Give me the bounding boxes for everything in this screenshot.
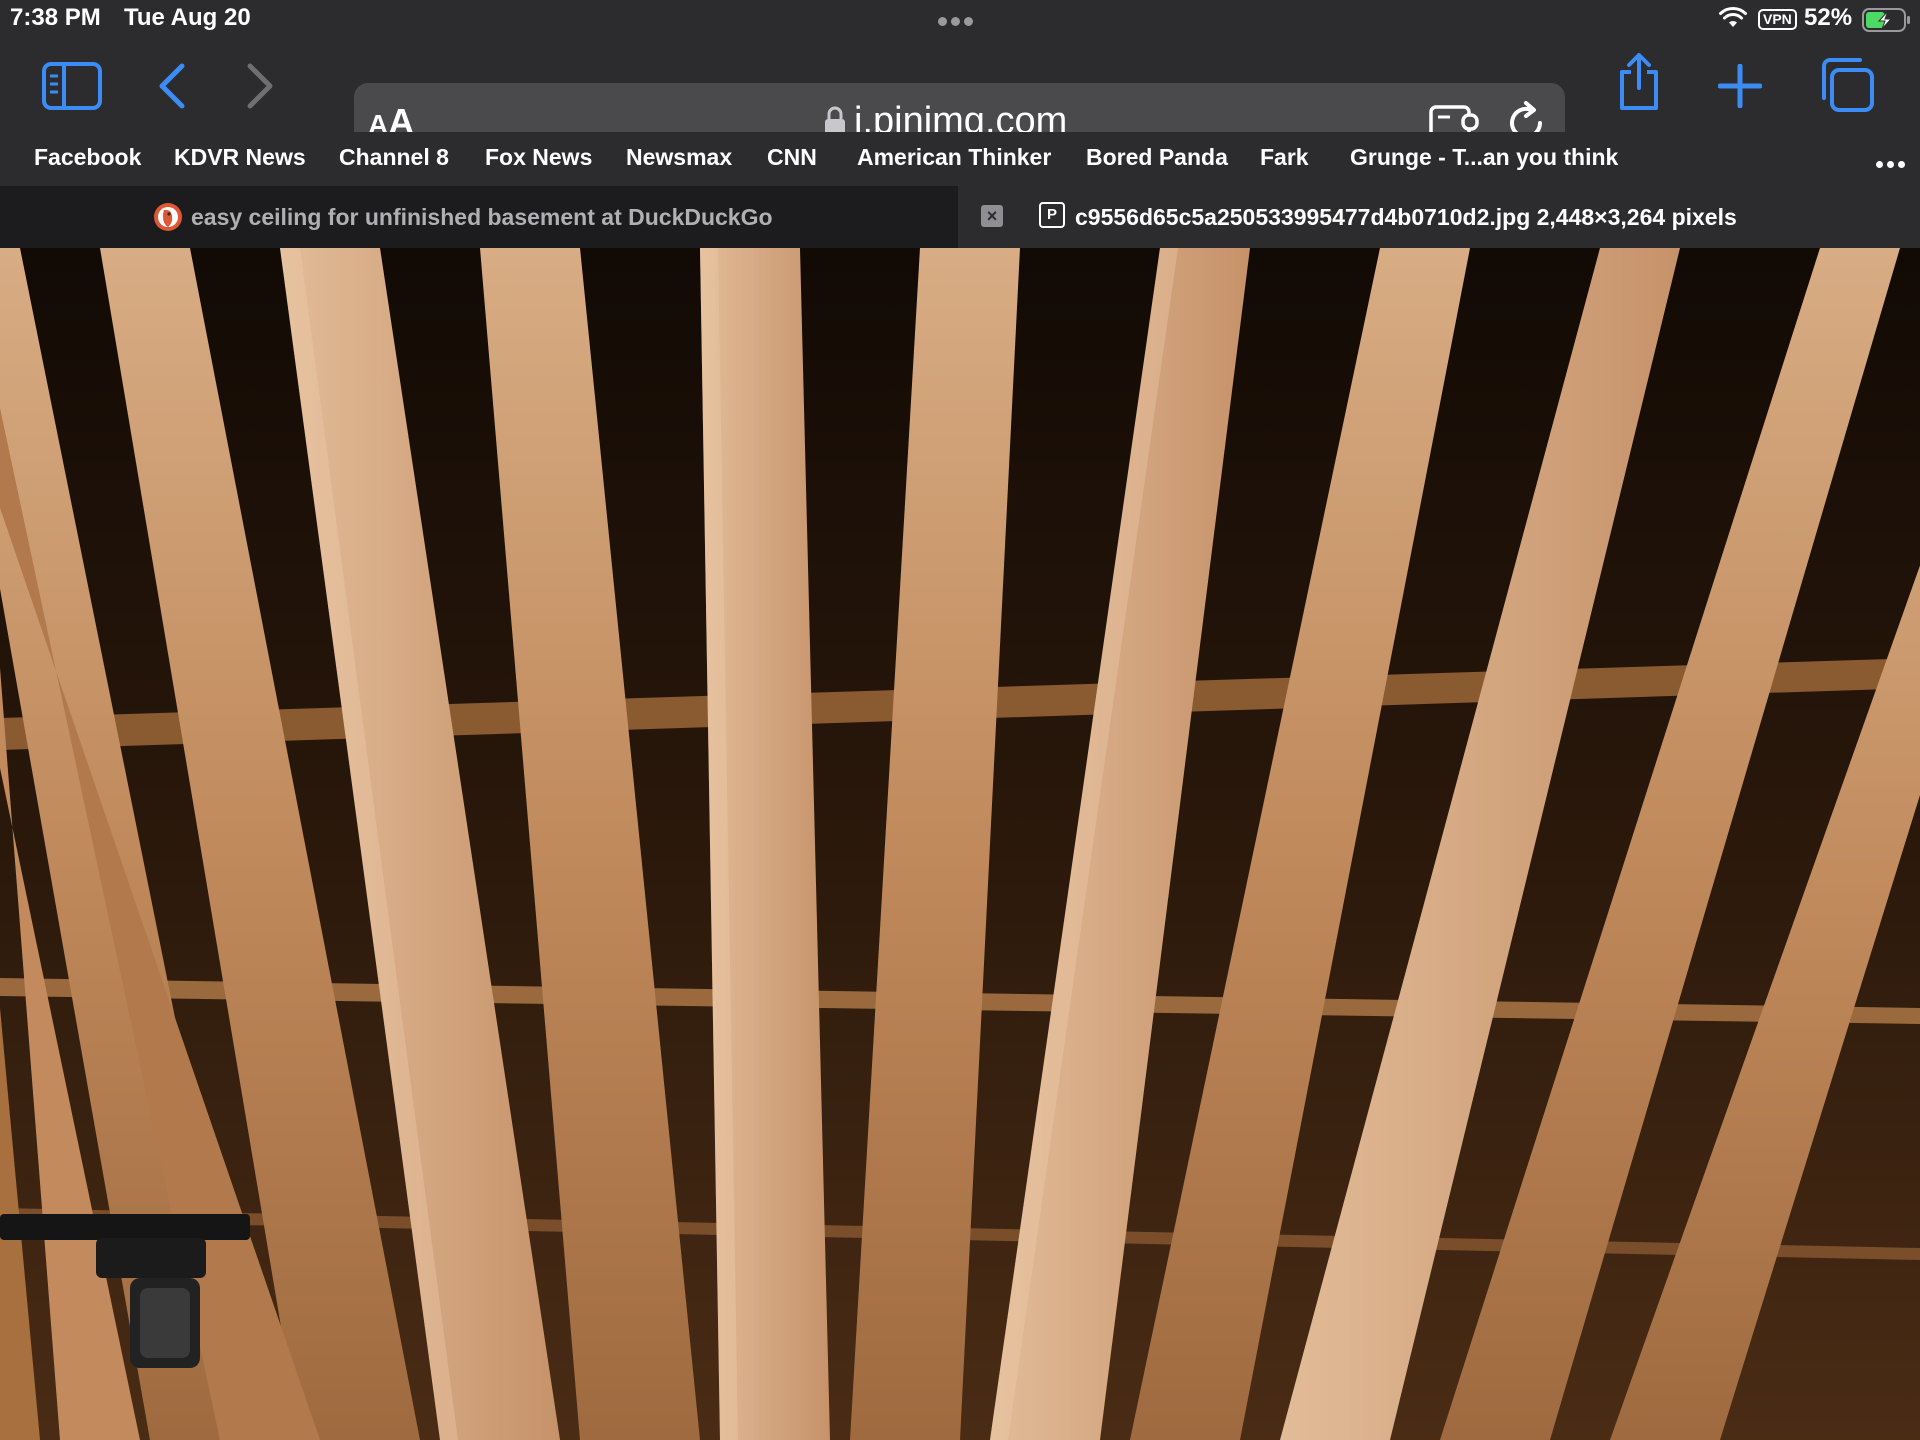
ceiling-photo — [0, 248, 1920, 1440]
bookmark-grunge[interactable]: Grunge - T...an you think — [1350, 144, 1618, 171]
bookmark-facebook[interactable]: Facebook — [34, 144, 141, 171]
back-icon[interactable] — [154, 62, 188, 110]
browser-toolbar: AA i.pinimg.com — [0, 38, 1920, 162]
status-bar: 7:38 PM Tue Aug 20 VPN 52% — [0, 0, 1920, 38]
status-date: Tue Aug 20 — [124, 4, 251, 31]
bookmark-cnn[interactable]: CNN — [767, 144, 817, 171]
wifi-icon — [1719, 6, 1747, 27]
multitasking-dots-icon[interactable] — [938, 13, 977, 31]
bookmark-bored-panda[interactable]: Bored Panda — [1086, 144, 1228, 171]
bookmark-kdvr-news[interactable]: KDVR News — [174, 144, 306, 171]
pinterest-favicon-icon: P — [1039, 202, 1065, 228]
tab-title: c9556d65c5a250533995477d4b0710d2.jpg 2,4… — [1075, 204, 1737, 230]
page-content[interactable] — [0, 248, 1920, 1440]
duckduckgo-favicon-icon — [154, 203, 182, 231]
bookmark-channel-8[interactable]: Channel 8 — [339, 144, 449, 171]
bookmarks-more-icon[interactable] — [1876, 155, 1909, 173]
bookmarks-bar: Facebook KDVR News Channel 8 Fox News Ne… — [0, 132, 1920, 186]
share-icon[interactable] — [1614, 52, 1664, 112]
bookmark-newsmax[interactable]: Newsmax — [626, 144, 732, 171]
tab-duckduckgo[interactable]: easy ceiling for unfinished basement at … — [0, 186, 958, 248]
bookmark-american-thinker[interactable]: American Thinker — [857, 144, 1051, 171]
new-tab-icon[interactable] — [1718, 64, 1762, 108]
status-time: 7:38 PM — [10, 4, 101, 31]
forward-icon[interactable] — [244, 62, 278, 110]
sidebar-icon[interactable] — [42, 62, 102, 110]
tabs-overview-icon[interactable] — [1818, 56, 1876, 114]
bookmark-fox-news[interactable]: Fox News — [485, 144, 592, 171]
close-tab-icon[interactable]: × — [981, 205, 1003, 227]
battery-percent: 52% — [1804, 4, 1853, 31]
vpn-badge: VPN — [1758, 9, 1797, 30]
tab-image[interactable]: × P c9556d65c5a250533995477d4b0710d2.jpg… — [958, 186, 1920, 248]
tab-bar: easy ceiling for unfinished basement at … — [0, 186, 1920, 248]
bookmark-fark[interactable]: Fark — [1260, 144, 1309, 171]
battery-icon — [1862, 8, 1910, 32]
tab-title: easy ceiling for unfinished basement at … — [191, 204, 773, 230]
